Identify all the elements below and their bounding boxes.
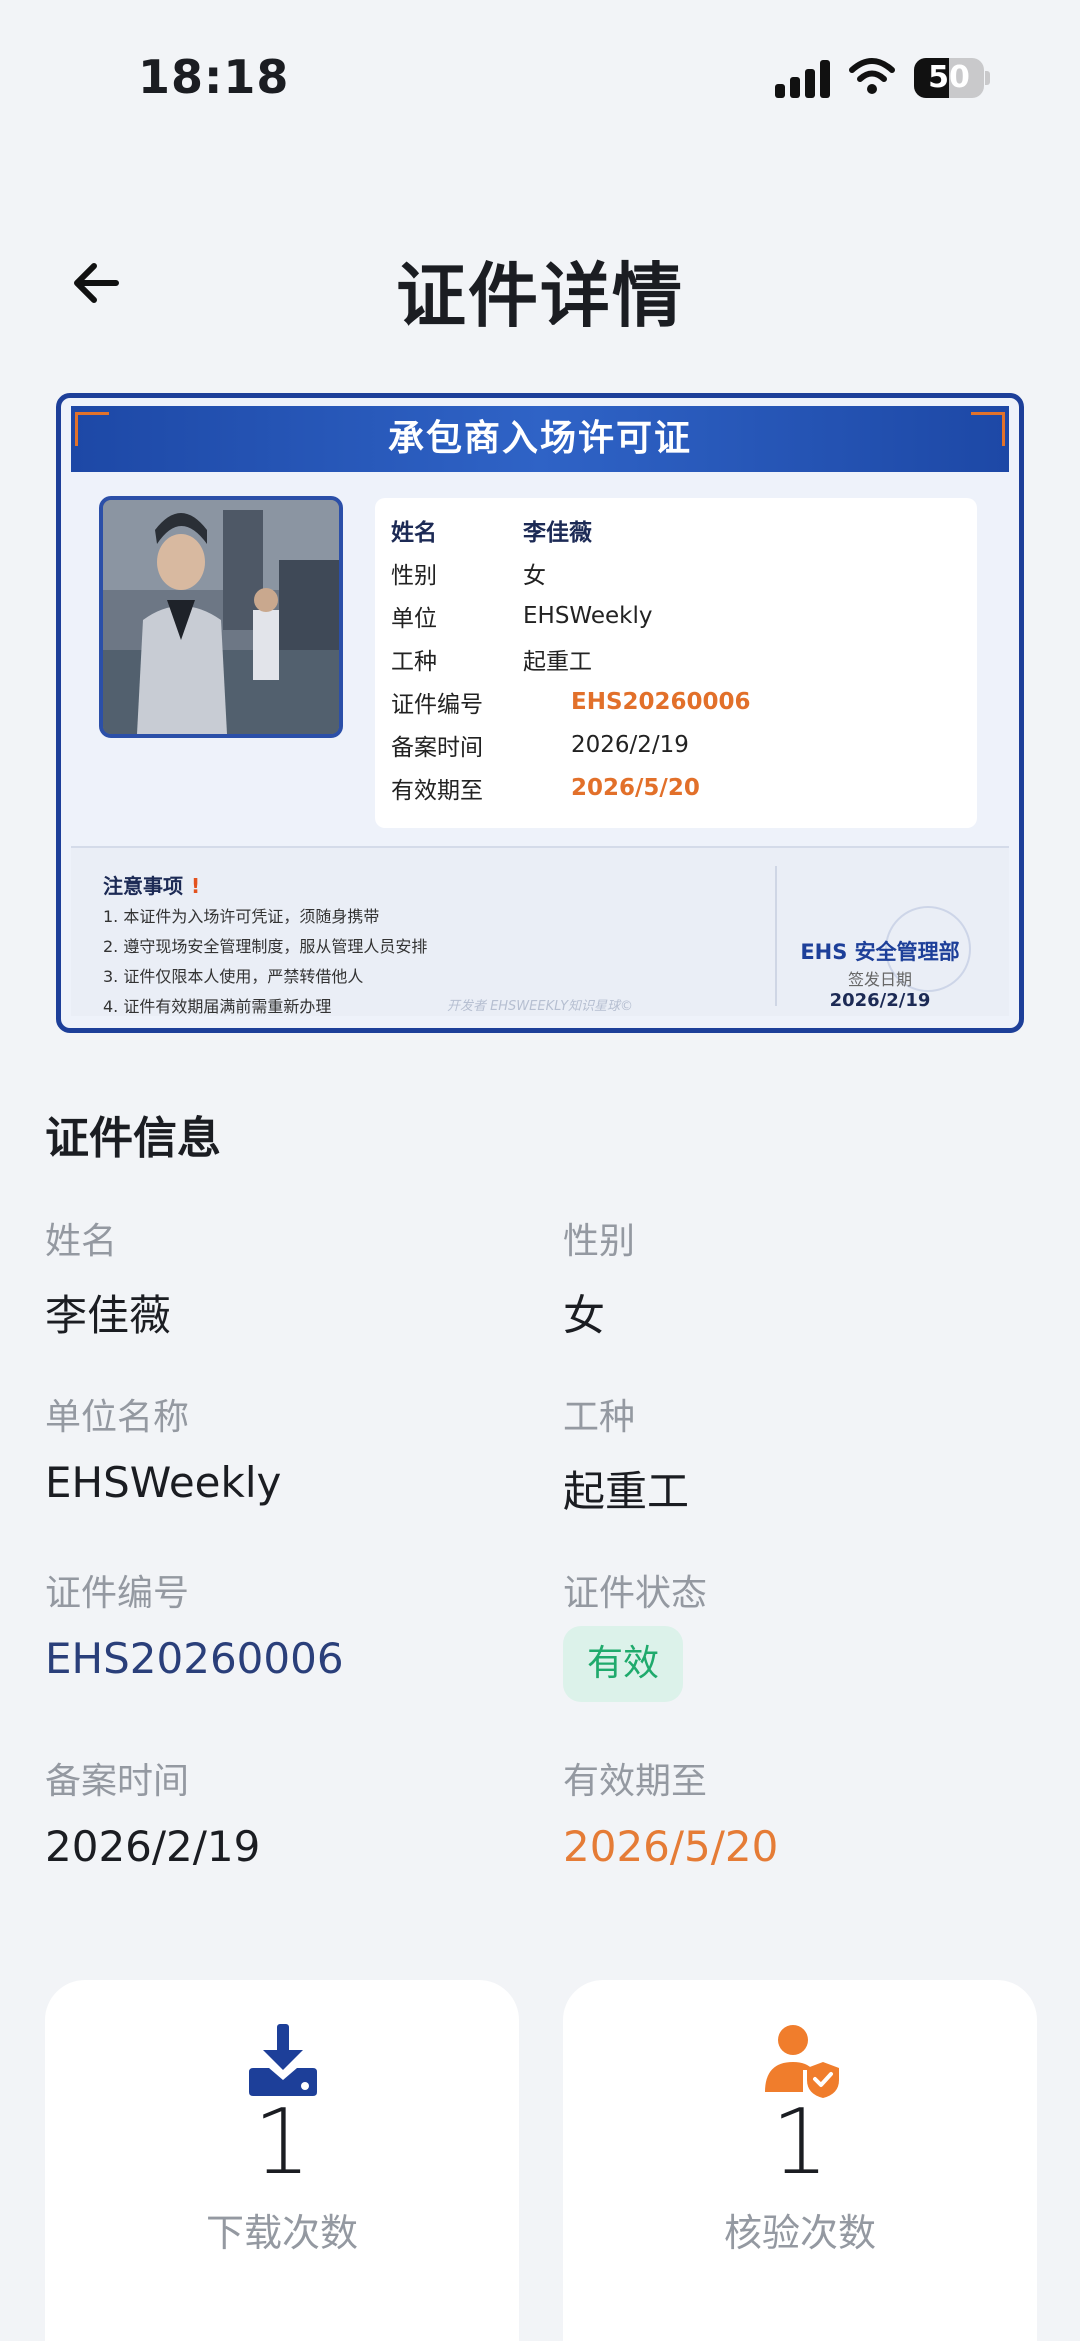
filing-time-value: 2026/2/19 xyxy=(45,1822,261,1871)
holder-photo-image xyxy=(103,500,339,734)
status-badge: 有效 xyxy=(563,1626,683,1702)
download-label: 下载次数 xyxy=(205,2211,358,2255)
notice-item: 2. 遵守现场安全管理制度，服从管理人员安排 xyxy=(103,937,428,956)
section-title: 证件信息 xyxy=(45,1113,221,1164)
holder-photo xyxy=(99,496,343,738)
certificate-card: 承包商入场许可证 姓名 李佳薇 性别 女 单位 EHSWeekly 工种 起重工… xyxy=(56,393,1024,1033)
cert-value: 2026/5/20 xyxy=(571,774,700,801)
issuer-seal: EHS 安全管理部 签发日期 2026/2/19 xyxy=(775,866,983,1011)
cert-label: 性别 xyxy=(391,562,437,589)
notice-item: 1. 本证件为入场许可凭证，须随身携带 xyxy=(103,907,380,926)
expiry-value: 2026/5/20 xyxy=(563,1822,779,1871)
status-time: 18:18 xyxy=(138,50,290,104)
certificate-banner: 承包商入场许可证 xyxy=(71,406,1009,472)
cert-row-name: 姓名 李佳薇 xyxy=(391,508,961,551)
verify-stat-card[interactable]: 1 核验次数 xyxy=(563,1980,1037,2341)
job-label: 工种 xyxy=(563,1397,636,1438)
cellular-signal-icon xyxy=(775,60,830,98)
cert-value: 起重工 xyxy=(523,648,592,675)
notice-title: 注意事项! xyxy=(103,870,200,899)
seal-date-label: 签发日期 xyxy=(847,970,912,989)
gender-value: 女 xyxy=(563,1291,606,1340)
expiry-label: 有效期至 xyxy=(563,1761,708,1802)
cert-label: 有效期至 xyxy=(391,777,483,804)
name-value: 李佳薇 xyxy=(45,1291,172,1340)
certificate-title: 承包商入场许可证 xyxy=(387,418,692,459)
certificate-fields: 姓名 李佳薇 性别 女 单位 EHSWeekly 工种 起重工 证件编号 EHS… xyxy=(375,498,977,828)
certificate-footer: 注意事项! 1. 本证件为入场许可凭证，须随身携带 2. 遵守现场安全管理制度，… xyxy=(71,846,1009,1016)
cert-number-value: EHS20260006 xyxy=(45,1634,344,1683)
cert-row-company: 单位 EHSWeekly xyxy=(391,594,961,637)
cert-value: 2026/2/19 xyxy=(571,731,689,758)
cert-value: EHS20260006 xyxy=(571,688,751,715)
cert-row-expiry: 有效期至 2026/5/20 xyxy=(391,766,961,809)
cert-value: EHSWeekly xyxy=(523,602,653,629)
cert-value: 女 xyxy=(523,562,546,589)
wifi-icon xyxy=(849,58,895,94)
cert-label: 姓名 xyxy=(391,519,437,546)
cert-row-gender: 性别 女 xyxy=(391,551,961,594)
cert-value: 李佳薇 xyxy=(523,519,592,546)
cert-row-job: 工种 起重工 xyxy=(391,637,961,680)
cert-label: 工种 xyxy=(391,648,437,675)
verify-count: 1 xyxy=(771,2090,829,2195)
filing-time-label: 备案时间 xyxy=(45,1761,190,1802)
watermark: 开发者 EHSWEEKLY知识星球© xyxy=(446,999,634,1014)
seal-org: EHS 安全管理部 xyxy=(800,940,960,964)
verify-label: 核验次数 xyxy=(723,2211,876,2255)
corner-decoration xyxy=(971,412,1005,446)
company-value: EHSWeekly xyxy=(45,1458,282,1507)
download-icon xyxy=(249,2024,317,2096)
cert-label: 证件编号 xyxy=(391,691,483,718)
status-bar: 18:18 50 xyxy=(0,0,1080,160)
notice-title-text: 注意事项 xyxy=(103,874,183,898)
cert-row-filing: 备案时间 2026/2/19 xyxy=(391,723,961,766)
battery-percent: 50 xyxy=(928,60,970,95)
download-stat-card[interactable]: 1 下载次数 xyxy=(45,1980,519,2341)
user-shield-icon xyxy=(765,2025,839,2098)
cert-label: 备案时间 xyxy=(391,734,483,761)
cert-number-label: 证件编号 xyxy=(45,1573,190,1614)
notice-exclamation-icon: ! xyxy=(191,874,201,898)
page-title: 证件详情 xyxy=(396,255,684,337)
cert-status-label: 证件状态 xyxy=(563,1573,708,1614)
company-label: 单位名称 xyxy=(45,1397,190,1438)
gender-label: 性别 xyxy=(563,1221,636,1262)
notice-item: 3. 证件仅限本人使用，严禁转借他人 xyxy=(103,967,364,986)
job-value: 起重工 xyxy=(563,1467,690,1516)
name-label: 姓名 xyxy=(45,1221,118,1262)
certificate-detail-page: 18:18 50 证件详情 承包商入场许可证 姓名 李佳薇 性别 女 单位 EH… xyxy=(0,0,1080,2341)
cert-label: 单位 xyxy=(391,605,437,632)
cert-row-number: 证件编号 EHS20260006 xyxy=(391,680,961,723)
download-count: 1 xyxy=(253,2090,311,2195)
battery-icon: 50 xyxy=(914,58,990,98)
corner-decoration xyxy=(75,412,109,446)
